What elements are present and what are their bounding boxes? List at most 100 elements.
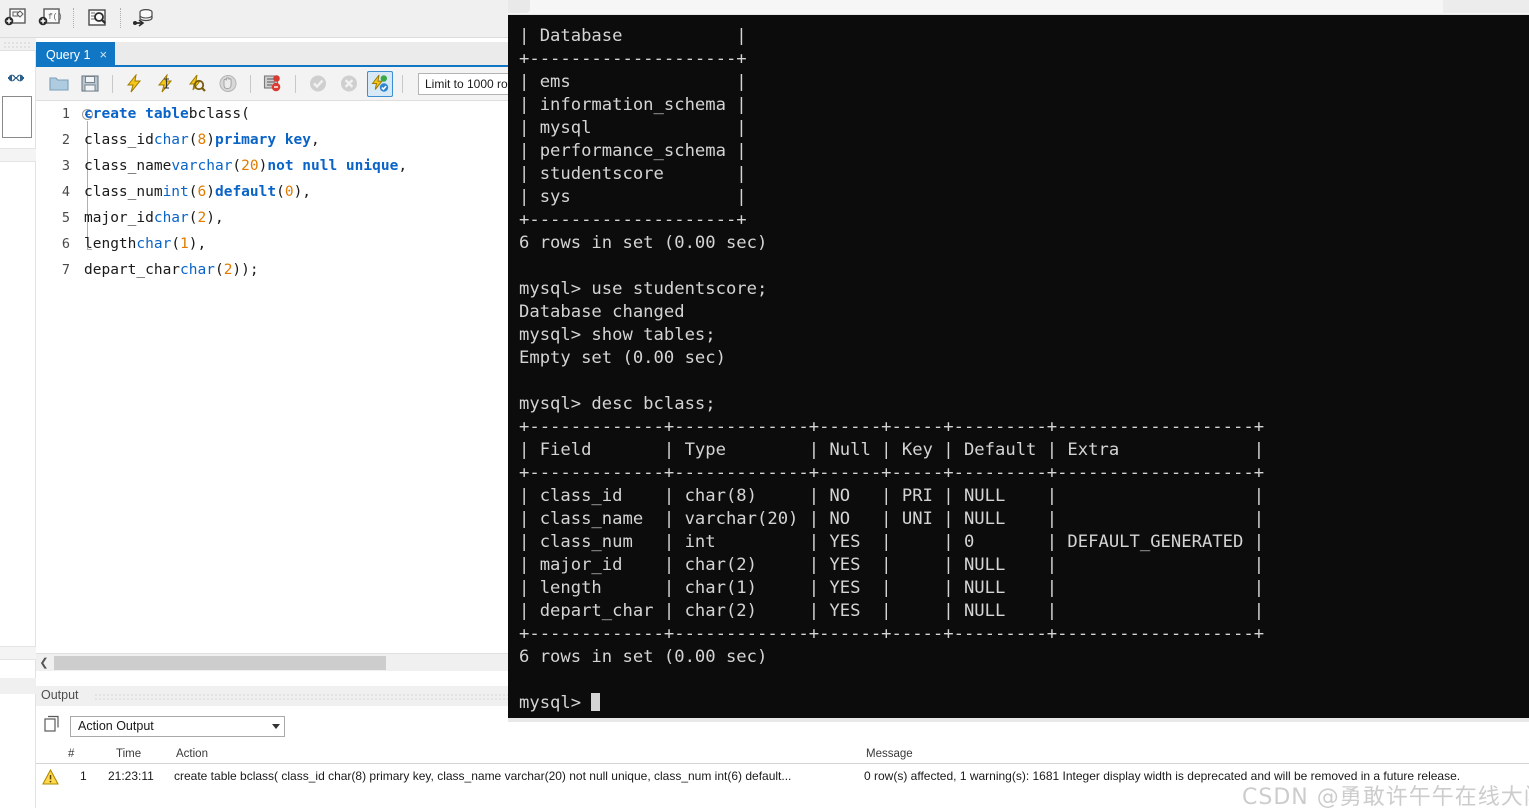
new-schema-icon[interactable] — [2, 4, 30, 32]
execute-current-statement-icon[interactable] — [153, 71, 179, 97]
toolbar-divider-5 — [295, 74, 296, 93]
code-token: ( — [188, 184, 198, 200]
terminal-output[interactable]: | Database | +--------------------+ | em… — [508, 15, 1529, 720]
output-type-select[interactable]: Action Output — [70, 715, 285, 737]
code-token: ( — [188, 210, 198, 226]
code-token: ( — [188, 132, 198, 148]
code-token: class_num — [84, 184, 163, 200]
row-message: 0 row(s) affected, 1 warning(s): 1681 In… — [864, 769, 1461, 783]
new-table-icon[interactable]: f() — [36, 4, 64, 32]
row-action: create table bclass( class_id char(8) pr… — [174, 769, 792, 783]
application-window: f() Query 1 × Limit to 1000 ro 1 2 3 4 5… — [0, 0, 1529, 808]
execute-icon[interactable] — [122, 71, 148, 97]
column-header-action: Action — [176, 748, 208, 760]
open-file-icon[interactable] — [46, 71, 72, 97]
toolbar-divider-2 — [120, 8, 121, 28]
terminal-titlebar-left — [508, 0, 530, 13]
sidebar-section-divider-1 — [0, 148, 36, 162]
svg-text:f(): f() — [48, 13, 62, 22]
toolbar-divider-3 — [112, 74, 113, 93]
sidebar-footer — [0, 678, 36, 694]
toolbar-divider-6 — [402, 74, 403, 93]
code-token: class_name — [84, 158, 172, 174]
code-token: create table — [84, 106, 189, 122]
code-token: ), — [293, 184, 312, 200]
code-token: , — [311, 132, 320, 148]
code-token: )); — [232, 262, 259, 278]
commit-icon[interactable] — [305, 71, 331, 97]
column-header-num: # — [68, 748, 75, 760]
output-type-value: Action Output — [78, 719, 154, 733]
code-token: ( — [214, 262, 224, 278]
code-token: depart_char — [84, 262, 181, 278]
line-number: 4 — [61, 184, 70, 200]
close-icon[interactable]: × — [99, 48, 107, 61]
tab-query-1[interactable]: Query 1 × — [36, 42, 116, 67]
code-token: ) — [258, 158, 268, 174]
code-token: ) — [206, 184, 215, 200]
row-time: 21:23:11 — [108, 769, 154, 783]
code-token: char — [153, 132, 189, 148]
code-token: not null unique — [267, 158, 399, 174]
code-token: default — [214, 184, 277, 200]
code-token: bclass( — [188, 106, 250, 122]
code-token: ( — [232, 158, 242, 174]
code-token: 2 — [197, 210, 207, 226]
toggle-autocommit-icon[interactable] — [367, 70, 393, 97]
toolbar-divider-1 — [73, 8, 74, 28]
code-token: major_id — [84, 210, 154, 226]
toolbar-divider-4 — [250, 74, 251, 93]
terminal-window[interactable]: | Database | +--------------------+ | em… — [508, 0, 1529, 722]
rollback-icon[interactable] — [336, 71, 362, 97]
code-token: ), — [188, 236, 207, 252]
code-token: 20 — [241, 158, 259, 174]
sidebar-section-divider-2 — [0, 646, 36, 660]
output-grid-header: # Time Action Message — [36, 746, 1529, 764]
column-header-message: Message — [866, 748, 913, 760]
manage-connections-icon[interactable] — [130, 4, 158, 32]
terminal-window-controls[interactable] — [1443, 0, 1529, 13]
output-mode-icon[interactable] — [44, 715, 62, 738]
code-token: ), — [206, 210, 224, 226]
row-limit-select[interactable]: Limit to 1000 ro — [418, 72, 515, 95]
line-number: 1 — [61, 106, 70, 122]
explain-icon[interactable] — [184, 71, 210, 97]
scrollbar-thumb[interactable] — [54, 655, 386, 670]
code-token: class_id — [84, 132, 154, 148]
code-token: , — [398, 158, 408, 174]
row-limit-label: Limit to 1000 ro — [425, 76, 508, 91]
sidebar-connection-tile[interactable] — [2, 96, 32, 138]
line-number: 3 — [61, 158, 70, 174]
sidebar-grip[interactable] — [3, 41, 31, 48]
line-number: 6 — [61, 236, 70, 252]
row-num: 1 — [80, 769, 87, 783]
terminal-text: | Database | +--------------------+ | em… — [519, 26, 1265, 713]
code-token: 1 — [180, 236, 189, 252]
code-token: char — [180, 262, 215, 278]
line-number-gutter: 1 2 3 4 5 6 7 — [36, 101, 84, 653]
save-file-icon[interactable] — [77, 71, 103, 97]
code-token: ) — [206, 132, 215, 148]
output-panel-title: Output — [41, 688, 79, 702]
code-token: 2 — [223, 262, 233, 278]
table-row[interactable]: 1 21:23:11 create table bclass( class_id… — [36, 766, 1529, 790]
toggle-stop-on-error-icon[interactable] — [260, 71, 286, 97]
tab-query-1-label: Query 1 — [46, 47, 91, 62]
inspect-icon[interactable] — [83, 4, 111, 32]
line-number: 7 — [61, 262, 70, 278]
terminal-titlebar[interactable] — [508, 0, 1529, 15]
code-token: char — [153, 210, 189, 226]
code-token: 0 — [284, 184, 294, 200]
terminal-cursor — [591, 693, 601, 711]
column-header-time: Time — [116, 748, 142, 760]
code-token: ( — [276, 184, 285, 200]
code-token: char — [136, 236, 172, 252]
code-token: 8 — [197, 132, 207, 148]
connection-icon[interactable] — [3, 68, 29, 88]
code-token: length — [84, 236, 137, 252]
scroll-left-icon[interactable]: ❮ — [36, 656, 52, 669]
code-token: 6 — [197, 184, 207, 200]
stop-icon[interactable] — [215, 71, 241, 97]
chevron-down-icon[interactable] — [272, 723, 280, 729]
code-token: int — [162, 184, 189, 200]
